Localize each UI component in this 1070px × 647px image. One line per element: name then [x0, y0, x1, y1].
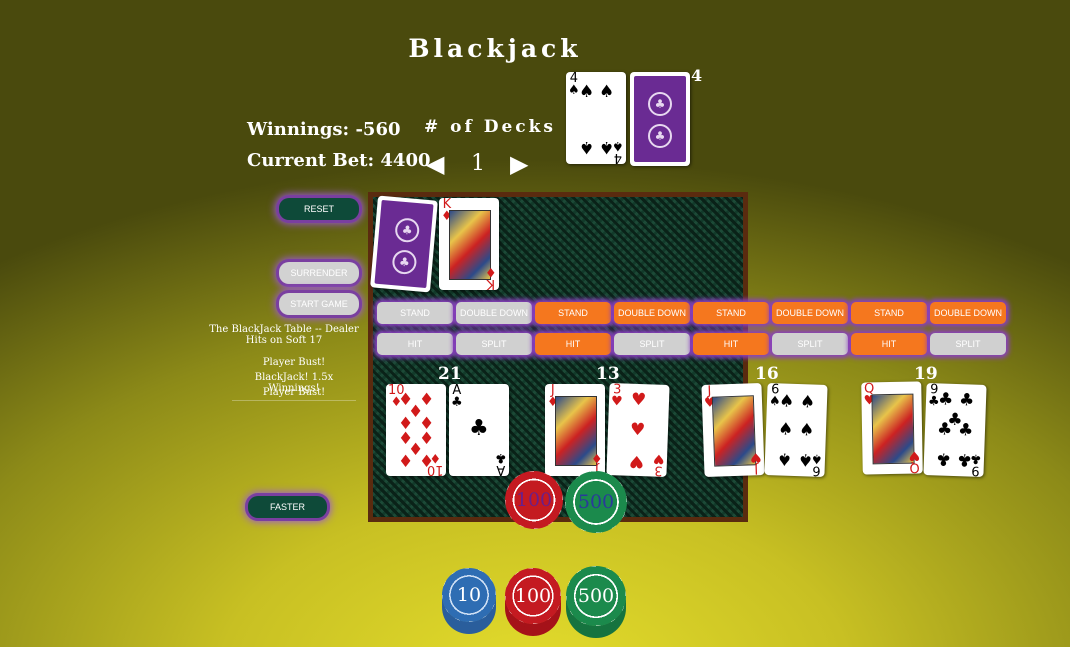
player-card: 9 ♣ ♣ ♣ ♣ ♣ ♣ ♣ ♣ 9 ♣: [923, 382, 987, 478]
player-card: J ♦ J ♦: [545, 384, 605, 476]
stand-button-hand-2[interactable]: STAND: [535, 302, 611, 324]
club-icon: ♣: [469, 416, 489, 441]
card-back-emblem-icon: ♣: [391, 249, 418, 276]
faster-button[interactable]: FASTER: [248, 496, 327, 518]
decks-label: # of Decks: [424, 117, 556, 137]
hand-score: 21: [438, 364, 462, 384]
spade-icon: ♠: [799, 392, 816, 413]
split-button-hand-2[interactable]: SPLIT: [614, 333, 690, 355]
heart-icon: ♥: [628, 450, 645, 472]
hit-button-hand-3[interactable]: HIT: [693, 333, 769, 355]
spade-icon: ♠: [579, 82, 595, 102]
hit-button-hand-1[interactable]: HIT: [377, 333, 453, 355]
club-icon: ♣: [958, 390, 975, 411]
spade-icon: ♠: [778, 391, 795, 412]
club-icon: ♣: [935, 448, 952, 469]
club-icon: ♣: [937, 389, 954, 410]
shoe-card-back: ♣ ♣: [630, 72, 690, 166]
hit-button-hand-2[interactable]: HIT: [535, 333, 611, 355]
diamond-icon: ♦: [398, 452, 414, 472]
card-back-emblem-icon: ♣: [648, 92, 672, 116]
reset-button[interactable]: RESET: [279, 198, 359, 220]
club-icon: ♣: [957, 420, 974, 441]
double-down-button-hand-4[interactable]: DOUBLE DOWN: [930, 302, 1006, 324]
current-bet-text: Current Bet: 4400: [247, 150, 431, 171]
hit-button-hand-4[interactable]: HIT: [851, 333, 927, 355]
chip-100[interactable]: 100: [505, 568, 561, 624]
increase-decks-arrow-icon[interactable]: ▶: [510, 150, 528, 178]
result-message: Player Bust!: [262, 357, 326, 368]
spade-icon: ♠: [777, 419, 794, 440]
spade-icon: ♠: [599, 82, 615, 102]
hand-score: 16: [755, 364, 779, 384]
split-button-hand-1[interactable]: SPLIT: [456, 333, 532, 355]
double-down-button-hand-3[interactable]: DOUBLE DOWN: [772, 302, 848, 324]
heart-icon: ♥: [630, 389, 647, 411]
double-down-button-hand-1[interactable]: DOUBLE DOWN: [456, 302, 532, 324]
game-title: Blackjack: [408, 34, 582, 63]
player-card: A ♣ ♣ A ♣: [449, 384, 509, 476]
club-icon: ♣: [936, 419, 953, 440]
winnings-text: Winnings: -560: [247, 119, 401, 140]
shoe-top-card: 4 ♠ ♠ ♠ ♠ ♠ 4 ♠: [566, 72, 626, 164]
card-back-emblem-icon: ♣: [648, 124, 672, 148]
decrease-decks-arrow-icon[interactable]: ◀: [426, 150, 444, 178]
decks-value: 1: [471, 151, 485, 176]
card-back-emblem-icon: ♣: [394, 217, 421, 244]
player-card: 3 ♥ ♥ ♥ ♥ 3 ♥: [606, 382, 670, 478]
dealer-card: K ♦ K ♦: [439, 198, 499, 290]
result-message: Player Bust!: [232, 387, 356, 401]
shoe-count: 4: [691, 66, 703, 85]
spade-icon: ♠: [798, 420, 815, 441]
player-card: 6 ♠ ♠ ♠ ♠ ♠ ♠ ♠ 6 ♠: [764, 382, 828, 478]
split-button-hand-3[interactable]: SPLIT: [772, 333, 848, 355]
stand-button-hand-1[interactable]: STAND: [377, 302, 453, 324]
table-rules-text: The BlackJack Table -- Dealer Hits on So…: [209, 324, 359, 346]
spade-icon: ♠: [579, 137, 595, 157]
spade-icon: ♠: [776, 448, 793, 469]
split-button-hand-4[interactable]: SPLIT: [930, 333, 1006, 355]
stand-button-hand-3[interactable]: STAND: [693, 302, 769, 324]
hand-score: 13: [596, 364, 620, 384]
heart-icon: ♥: [629, 419, 646, 441]
start-game-button[interactable]: START GAME: [279, 293, 359, 315]
player-card: 10 ♦ ♦ ♦ ♦ ♦ ♦ ♦ ♦ ♦ ♦ ♦ 10 ♦: [386, 384, 446, 476]
bet-chip-500[interactable]: 500: [565, 471, 627, 533]
chip-10[interactable]: 10: [442, 568, 496, 622]
chip-500[interactable]: 500: [566, 566, 626, 626]
surrender-button[interactable]: SURRENDER: [279, 262, 359, 284]
bet-chip-100[interactable]: 100: [505, 471, 563, 529]
dealer-hole-card: ♣ ♣: [370, 195, 438, 293]
stand-button-hand-4[interactable]: STAND: [851, 302, 927, 324]
double-down-button-hand-2[interactable]: DOUBLE DOWN: [614, 302, 690, 324]
player-card: Q ♥ Q ♥: [861, 381, 923, 475]
player-card: J ♥ J ♥: [701, 382, 765, 478]
